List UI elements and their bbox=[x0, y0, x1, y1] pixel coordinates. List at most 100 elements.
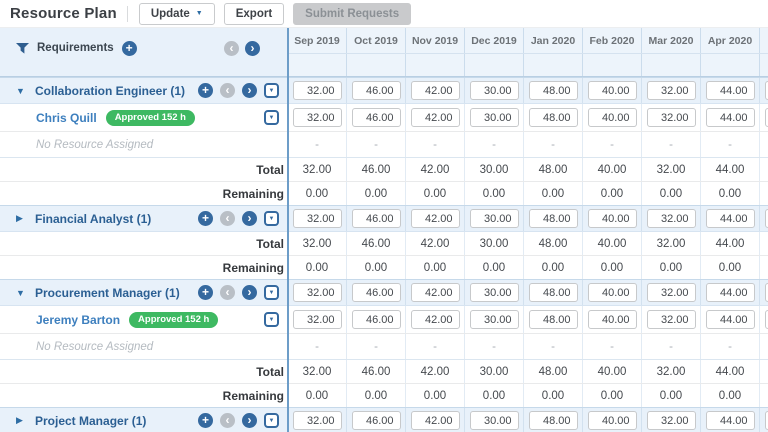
hours-input[interactable] bbox=[410, 310, 460, 329]
hours-input[interactable] bbox=[646, 411, 696, 430]
resource-name-link[interactable]: Chris Quill bbox=[36, 111, 97, 125]
hours-input[interactable] bbox=[764, 310, 768, 329]
row-menu-button[interactable]: ▼ bbox=[264, 110, 279, 125]
hours-input[interactable] bbox=[705, 108, 755, 127]
hours-input[interactable] bbox=[351, 209, 401, 228]
hours-input[interactable] bbox=[410, 283, 460, 302]
scroll-left-button[interactable]: ‹ bbox=[220, 83, 235, 98]
scroll-right-button[interactable]: › bbox=[242, 285, 257, 300]
row-menu-button[interactable]: ▼ bbox=[264, 413, 279, 428]
export-button[interactable]: Export bbox=[223, 2, 285, 25]
collapse-toggle-icon[interactable]: ▼ bbox=[16, 86, 28, 96]
hours-input[interactable] bbox=[705, 81, 755, 100]
hours-input[interactable] bbox=[469, 310, 519, 329]
total-value: 42.00 bbox=[406, 360, 465, 383]
hours-input[interactable] bbox=[646, 209, 696, 228]
hours-input[interactable] bbox=[764, 283, 768, 302]
hours-input[interactable] bbox=[646, 310, 696, 329]
hours-input[interactable] bbox=[764, 108, 768, 127]
hours-input[interactable] bbox=[351, 411, 401, 430]
row-menu-button[interactable]: ▼ bbox=[264, 285, 279, 300]
scroll-right-button[interactable]: › bbox=[242, 413, 257, 428]
scroll-left-button[interactable]: ‹ bbox=[220, 413, 235, 428]
hours-input[interactable] bbox=[528, 411, 578, 430]
hours-input[interactable] bbox=[351, 310, 401, 329]
add-resource-button[interactable]: + bbox=[198, 83, 213, 98]
hours-input[interactable] bbox=[469, 108, 519, 127]
hours-input[interactable] bbox=[705, 209, 755, 228]
timeline-forward-button[interactable]: › bbox=[245, 40, 260, 56]
remaining-value: 0.00 bbox=[701, 384, 760, 407]
add-resource-button[interactable]: + bbox=[198, 211, 213, 226]
add-requirement-button[interactable]: + bbox=[121, 40, 137, 56]
scroll-left-button[interactable]: ‹ bbox=[220, 285, 235, 300]
hours-input[interactable] bbox=[351, 81, 401, 100]
requirements-label: Requirements bbox=[37, 42, 114, 54]
row-menu-button[interactable]: ▼ bbox=[264, 83, 279, 98]
empty-value: - bbox=[347, 132, 406, 157]
row-menu-button[interactable]: ▼ bbox=[264, 312, 279, 327]
hours-input[interactable] bbox=[705, 411, 755, 430]
hours-input[interactable] bbox=[764, 209, 768, 228]
hours-input[interactable] bbox=[528, 209, 578, 228]
collapse-all-icon[interactable] bbox=[16, 42, 29, 54]
hours-input[interactable] bbox=[469, 81, 519, 100]
hours-input[interactable] bbox=[410, 209, 460, 228]
hours-input[interactable] bbox=[587, 108, 637, 127]
hours-input[interactable] bbox=[351, 283, 401, 302]
collapse-toggle-icon[interactable]: ▼ bbox=[16, 288, 28, 298]
expand-toggle-icon[interactable]: ▶ bbox=[16, 415, 28, 426]
hours-input[interactable] bbox=[410, 108, 460, 127]
hours-input[interactable] bbox=[646, 81, 696, 100]
hours-input[interactable] bbox=[528, 108, 578, 127]
hours-input[interactable] bbox=[292, 411, 342, 430]
hours-input[interactable] bbox=[292, 209, 342, 228]
hours-input[interactable] bbox=[528, 283, 578, 302]
scroll-right-button[interactable]: › bbox=[242, 83, 257, 98]
hours-input[interactable] bbox=[587, 283, 637, 302]
hours-cell bbox=[583, 408, 642, 432]
hours-input[interactable] bbox=[705, 283, 755, 302]
add-resource-button[interactable]: + bbox=[198, 413, 213, 428]
hours-input[interactable] bbox=[410, 411, 460, 430]
hours-input[interactable] bbox=[528, 310, 578, 329]
hours-input[interactable] bbox=[764, 81, 768, 100]
hours-input[interactable] bbox=[469, 209, 519, 228]
hours-input[interactable] bbox=[587, 209, 637, 228]
timeline-back-button[interactable]: ‹ bbox=[224, 40, 239, 56]
hours-input[interactable] bbox=[292, 283, 342, 302]
remaining-value: 0.00 bbox=[465, 182, 524, 205]
hours-input[interactable] bbox=[646, 108, 696, 127]
hours-input[interactable] bbox=[528, 81, 578, 100]
hours-input[interactable] bbox=[469, 411, 519, 430]
total-value: 32.00 bbox=[642, 158, 701, 181]
add-resource-button[interactable]: + bbox=[198, 285, 213, 300]
hours-input[interactable] bbox=[292, 81, 342, 100]
hours-input[interactable] bbox=[410, 81, 460, 100]
total-label: Total bbox=[256, 364, 284, 379]
row-menu-button[interactable]: ▼ bbox=[264, 211, 279, 226]
approved-badge: Approved 152 h bbox=[129, 311, 219, 328]
scroll-left-button[interactable]: ‹ bbox=[220, 211, 235, 226]
total-value: 46.00 bbox=[347, 158, 406, 181]
hours-input[interactable] bbox=[646, 283, 696, 302]
hours-input[interactable] bbox=[705, 310, 755, 329]
hours-input[interactable] bbox=[351, 108, 401, 127]
hours-input[interactable] bbox=[587, 81, 637, 100]
hours-input[interactable] bbox=[764, 411, 768, 430]
hours-input[interactable] bbox=[469, 283, 519, 302]
remaining-value: 0.00 bbox=[583, 182, 642, 205]
expand-toggle-icon[interactable]: ▶ bbox=[16, 213, 28, 224]
update-button[interactable]: Update ▼ bbox=[138, 2, 215, 25]
hours-cell bbox=[701, 280, 760, 305]
hours-input[interactable] bbox=[292, 310, 342, 329]
hours-input[interactable] bbox=[587, 310, 637, 329]
hours-input[interactable] bbox=[292, 108, 342, 127]
hours-cell bbox=[583, 280, 642, 305]
total-value: 40.00 bbox=[583, 158, 642, 181]
submit-requests-button[interactable]: Submit Requests bbox=[293, 2, 412, 25]
remaining-value: 0.00 bbox=[524, 384, 583, 407]
scroll-right-button[interactable]: › bbox=[242, 211, 257, 226]
resource-name-link[interactable]: Jeremy Barton bbox=[36, 313, 120, 327]
hours-input[interactable] bbox=[587, 411, 637, 430]
